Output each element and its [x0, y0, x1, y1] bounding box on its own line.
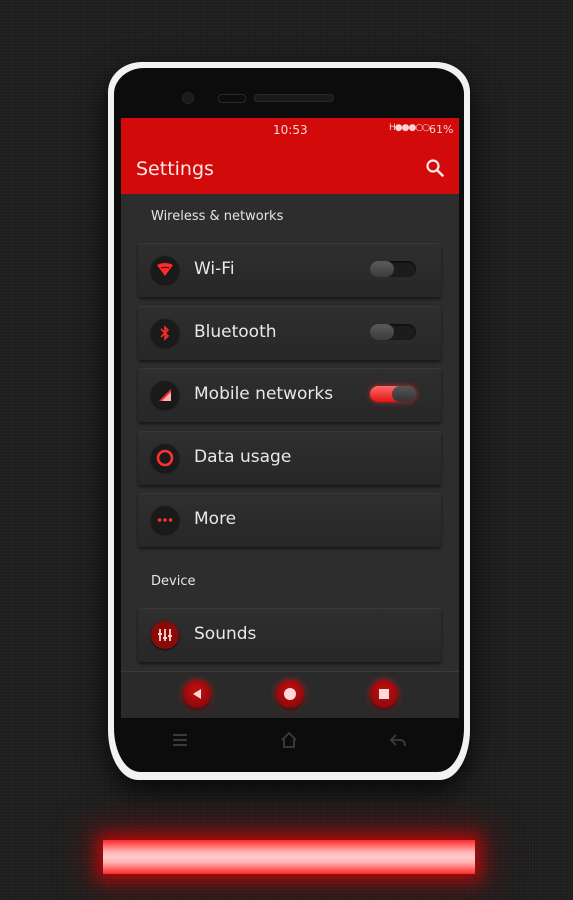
settings-item-wifi[interactable]: Wi-Fi: [138, 243, 441, 297]
more-dots-icon: [151, 506, 179, 534]
settings-item-label: Data usage: [194, 447, 292, 467]
settings-item-data-usage[interactable]: Data usage: [138, 431, 441, 485]
settings-item-label: Sounds: [194, 624, 257, 644]
data-usage-icon: [151, 444, 179, 472]
settings-item-sounds[interactable]: Sounds: [138, 608, 441, 662]
status-time: 10:53: [273, 123, 308, 137]
mobile-signal-icon: [151, 381, 179, 409]
settings-item-mobile-networks[interactable]: Mobile networks: [138, 368, 441, 422]
bluetooth-icon: [151, 319, 179, 347]
navigation-bar: [121, 671, 459, 718]
mobile-networks-toggle[interactable]: [370, 386, 416, 402]
toggle-knob: [370, 324, 394, 340]
home-icon[interactable]: [279, 730, 299, 750]
hardware-keys: [121, 718, 459, 764]
back-icon[interactable]: [183, 680, 211, 708]
menu-icon[interactable]: [170, 730, 190, 750]
screen: 10:53 H●●●○○ 61% Settings Wireless & net…: [121, 118, 459, 718]
sound-equalizer-icon: [151, 621, 179, 649]
section-header-wireless: Wireless & networks: [151, 209, 284, 224]
signal-icon: H●●●○○: [389, 123, 430, 133]
settings-item-label: Wi-Fi: [194, 259, 235, 279]
settings-item-bluetooth[interactable]: Bluetooth: [138, 306, 441, 360]
proximity-sensor: [218, 94, 246, 103]
recents-icon[interactable]: [370, 680, 398, 708]
toggle-knob: [392, 386, 416, 402]
home-icon[interactable]: [276, 680, 304, 708]
search-icon[interactable]: [425, 158, 445, 178]
wifi-toggle[interactable]: [370, 261, 416, 277]
toggle-knob: [370, 261, 394, 277]
back-icon[interactable]: [388, 730, 408, 750]
page-title: Settings: [136, 158, 214, 180]
earpiece-speaker: [254, 94, 334, 102]
battery-level: 61%: [429, 123, 454, 136]
section-header-device: Device: [151, 574, 196, 589]
settings-item-label: Mobile networks: [194, 384, 334, 404]
app-bar: 10:53 H●●●○○ 61% Settings: [121, 118, 459, 194]
bluetooth-toggle[interactable]: [370, 324, 416, 340]
settings-item-label: More: [194, 509, 237, 529]
settings-item-label: Bluetooth: [194, 322, 277, 342]
settings-item-more[interactable]: More: [138, 493, 441, 547]
front-camera: [182, 92, 194, 104]
red-glow-bar: [103, 840, 475, 874]
wifi-icon: [151, 256, 179, 284]
